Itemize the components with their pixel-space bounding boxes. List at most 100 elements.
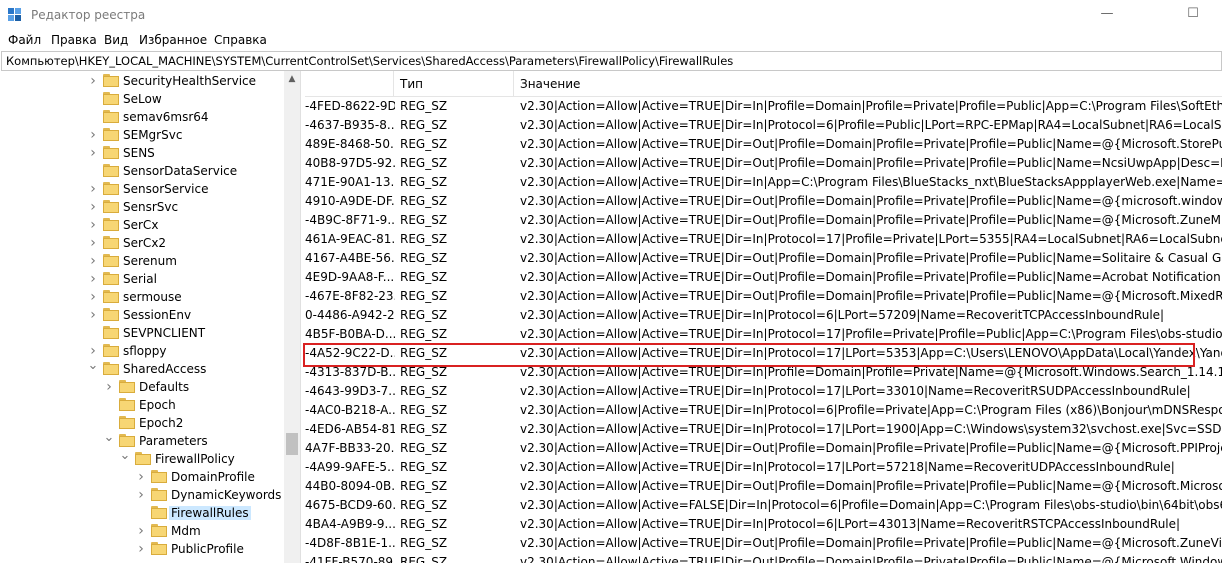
table-row[interactable]: 4675-BCD9-60... REG_SZ v2.30|Action=Allow|…	[305, 496, 1222, 515]
folder-icon	[151, 470, 167, 483]
chevron-right-icon[interactable]: ›	[87, 254, 99, 268]
scroll-up-arrow-icon[interactable]: ▲	[284, 71, 300, 87]
value-type-cell: REG_SZ	[400, 270, 448, 284]
table-row[interactable]: 0-4486-A942-2... REG_SZ v2.30|Action=Allow…	[305, 306, 1222, 325]
value-name-cell: 0-4486-A942-2...	[305, 308, 395, 322]
table-row[interactable]: 4E9D-9AA8-F... REG_SZ v2.30|Action=Allow|A…	[305, 268, 1222, 287]
table-row[interactable]: -4637-B935-8... REG_SZ v2.30|Action=Allow|…	[305, 116, 1222, 135]
table-row[interactable]: -4A99-9AFE-5... REG_SZ v2.30|Action=Allow|…	[305, 458, 1222, 477]
value-type-cell: REG_SZ	[400, 403, 448, 417]
tree-item-label: semav6msr64	[123, 110, 209, 124]
tree-item-label: SensorDataService	[123, 164, 238, 178]
chevron-right-icon[interactable]: ›	[87, 74, 99, 88]
column-value-header[interactable]: Значение	[514, 71, 1222, 96]
value-type-cell: REG_SZ	[400, 555, 448, 563]
address-bar[interactable]: Компьютер\HKEY_LOCAL_MACHINE\SYSTEM\Curr…	[1, 51, 1222, 71]
chevron-right-icon[interactable]: ›	[87, 128, 99, 142]
chevron-right-icon[interactable]: ›	[87, 290, 99, 304]
value-type-cell: REG_SZ	[400, 308, 448, 322]
chevron-right-icon[interactable]: ›	[87, 308, 99, 322]
table-row[interactable]: -4D8F-8B1E-1... REG_SZ v2.30|Action=Allow|…	[305, 534, 1222, 553]
value-name-cell: 471E-90A1-13...	[305, 175, 395, 189]
value-type-cell: REG_SZ	[400, 251, 448, 265]
menu-favorites[interactable]: Избранное	[139, 33, 207, 47]
value-data-cell: v2.30|Action=Allow|Active=TRUE|Dir=In|Pr…	[520, 460, 1175, 474]
value-name-cell: 4E9D-9AA8-F...	[305, 270, 395, 284]
table-row[interactable]: 489E-8468-50... REG_SZ v2.30|Action=Allow|…	[305, 135, 1222, 154]
table-row[interactable]: 471E-90A1-13... REG_SZ v2.30|Action=Allow|…	[305, 173, 1222, 192]
table-row[interactable]: -467E-8F82-23... REG_SZ v2.30|Action=Allow…	[305, 287, 1222, 306]
chevron-right-icon[interactable]: ›	[135, 488, 147, 502]
chevron-right-icon[interactable]: ›	[135, 542, 147, 556]
chevron-right-icon[interactable]: ›	[87, 236, 99, 250]
table-row[interactable]: -4ED6-AB54-81... REG_SZ v2.30|Action=Allow…	[305, 420, 1222, 439]
table-row[interactable]: -41FF-B570-89... REG_SZ v2.30|Action=Allow…	[305, 553, 1222, 563]
table-row[interactable]: -4B9C-8F71-9... REG_SZ v2.30|Action=Allow|…	[305, 211, 1222, 230]
tree-item-label: DynamicKeywords	[171, 488, 282, 502]
value-data-cell: v2.30|Action=Allow|Active=TRUE|Dir=Out|P…	[520, 441, 1222, 455]
menu-help[interactable]: Справка	[214, 33, 267, 47]
folder-icon	[103, 326, 119, 339]
folder-icon	[103, 92, 119, 105]
chevron-down-icon[interactable]: ⌄	[119, 449, 131, 463]
chevron-right-icon[interactable]: ›	[103, 380, 115, 394]
registry-tree[interactable]: › SecurityHealthService SeLow semav6msr64 › S…	[0, 71, 284, 563]
menu-file[interactable]: Файл	[8, 33, 41, 47]
menu-edit[interactable]: Правка	[51, 33, 97, 47]
maximize-button[interactable]: ☐	[1170, 0, 1216, 30]
folder-icon	[119, 380, 135, 393]
value-type-cell: REG_SZ	[400, 99, 448, 113]
chevron-down-icon[interactable]: ⌄	[103, 431, 115, 445]
value-data-cell: v2.30|Action=Allow|Active=TRUE|Dir=Out|P…	[520, 536, 1222, 550]
folder-icon	[103, 254, 119, 267]
table-row[interactable]: 4BA4-A9B9-9... REG_SZ v2.30|Action=Allow|A…	[305, 515, 1222, 534]
address-path[interactable]: Компьютер\HKEY_LOCAL_MACHINE\SYSTEM\Curr…	[6, 54, 1216, 68]
table-row[interactable]: -4643-99D3-7... REG_SZ v2.30|Action=Allow|…	[305, 382, 1222, 401]
folder-icon	[103, 182, 119, 195]
value-type-cell: REG_SZ	[400, 441, 448, 455]
tree-item-label: SEVPNCLIENT	[123, 326, 206, 340]
tree-item-label: SEMgrSvc	[123, 128, 183, 142]
chevron-right-icon[interactable]: ›	[87, 200, 99, 214]
folder-icon	[119, 398, 135, 411]
chevron-right-icon[interactable]: ›	[87, 344, 99, 358]
chevron-right-icon[interactable]: ›	[87, 182, 99, 196]
value-data-cell: v2.30|Action=Allow|Active=TRUE|Dir=Out|P…	[520, 213, 1222, 227]
folder-icon	[151, 506, 167, 519]
value-data-cell: v2.30|Action=Allow|Active=TRUE|Dir=Out|P…	[520, 156, 1222, 170]
window-title: Редактор реестра	[31, 8, 146, 22]
table-row[interactable]: 4A7F-BB33-20... REG_SZ v2.30|Action=Allow|…	[305, 439, 1222, 458]
value-data-cell: v2.30|Action=Allow|Active=TRUE|Dir=In|Pr…	[520, 327, 1222, 341]
folder-icon	[103, 74, 119, 87]
value-type-cell: REG_SZ	[400, 384, 448, 398]
table-row[interactable]: 40B8-97D5-92... REG_SZ v2.30|Action=Allow|…	[305, 154, 1222, 173]
tree-scrollbar[interactable]: ▲	[284, 71, 300, 563]
chevron-right-icon[interactable]: ›	[87, 272, 99, 286]
chevron-right-icon[interactable]: ›	[87, 218, 99, 232]
table-row[interactable]: -4AC0-B218-A... REG_SZ v2.30|Action=Allow|…	[305, 401, 1222, 420]
table-row[interactable]: 44B0-8094-0B... REG_SZ v2.30|Action=Allow|…	[305, 477, 1222, 496]
column-type-header[interactable]: Тип	[394, 71, 514, 96]
table-row[interactable]: 4167-A4BE-56... REG_SZ v2.30|Action=Allow|…	[305, 249, 1222, 268]
column-name-header[interactable]	[305, 71, 394, 96]
table-row[interactable]: -4FED-8622-9D... REG_SZ v2.30|Action=Allow…	[305, 97, 1222, 116]
folder-icon	[103, 308, 119, 321]
value-data-cell: v2.30|Action=Allow|Active=TRUE|Dir=Out|P…	[520, 251, 1222, 265]
table-row[interactable]: 461A-9EAC-81... REG_SZ v2.30|Action=Allow|…	[305, 230, 1222, 249]
folder-icon	[135, 452, 151, 465]
menu-view[interactable]: Вид	[104, 33, 128, 47]
folder-icon	[119, 416, 135, 429]
chevron-down-icon[interactable]: ⌄	[87, 359, 99, 373]
table-row[interactable]: 4910-A9DE-DF... REG_SZ v2.30|Action=Allow|…	[305, 192, 1222, 211]
chevron-right-icon[interactable]: ›	[135, 524, 147, 538]
value-type-cell: REG_SZ	[400, 213, 448, 227]
chevron-right-icon[interactable]: ›	[135, 470, 147, 484]
tree-item-label: SecurityHealthService	[123, 74, 257, 88]
minimize-button[interactable]: —	[1084, 0, 1130, 30]
tree-item-label: SerCx2	[123, 236, 167, 250]
folder-icon	[103, 110, 119, 123]
table-row[interactable]: 4B5F-B0BA-D... REG_SZ v2.30|Action=Allow|A…	[305, 325, 1222, 344]
value-type-cell: REG_SZ	[400, 194, 448, 208]
scroll-thumb[interactable]	[286, 433, 298, 455]
chevron-right-icon[interactable]: ›	[87, 146, 99, 160]
